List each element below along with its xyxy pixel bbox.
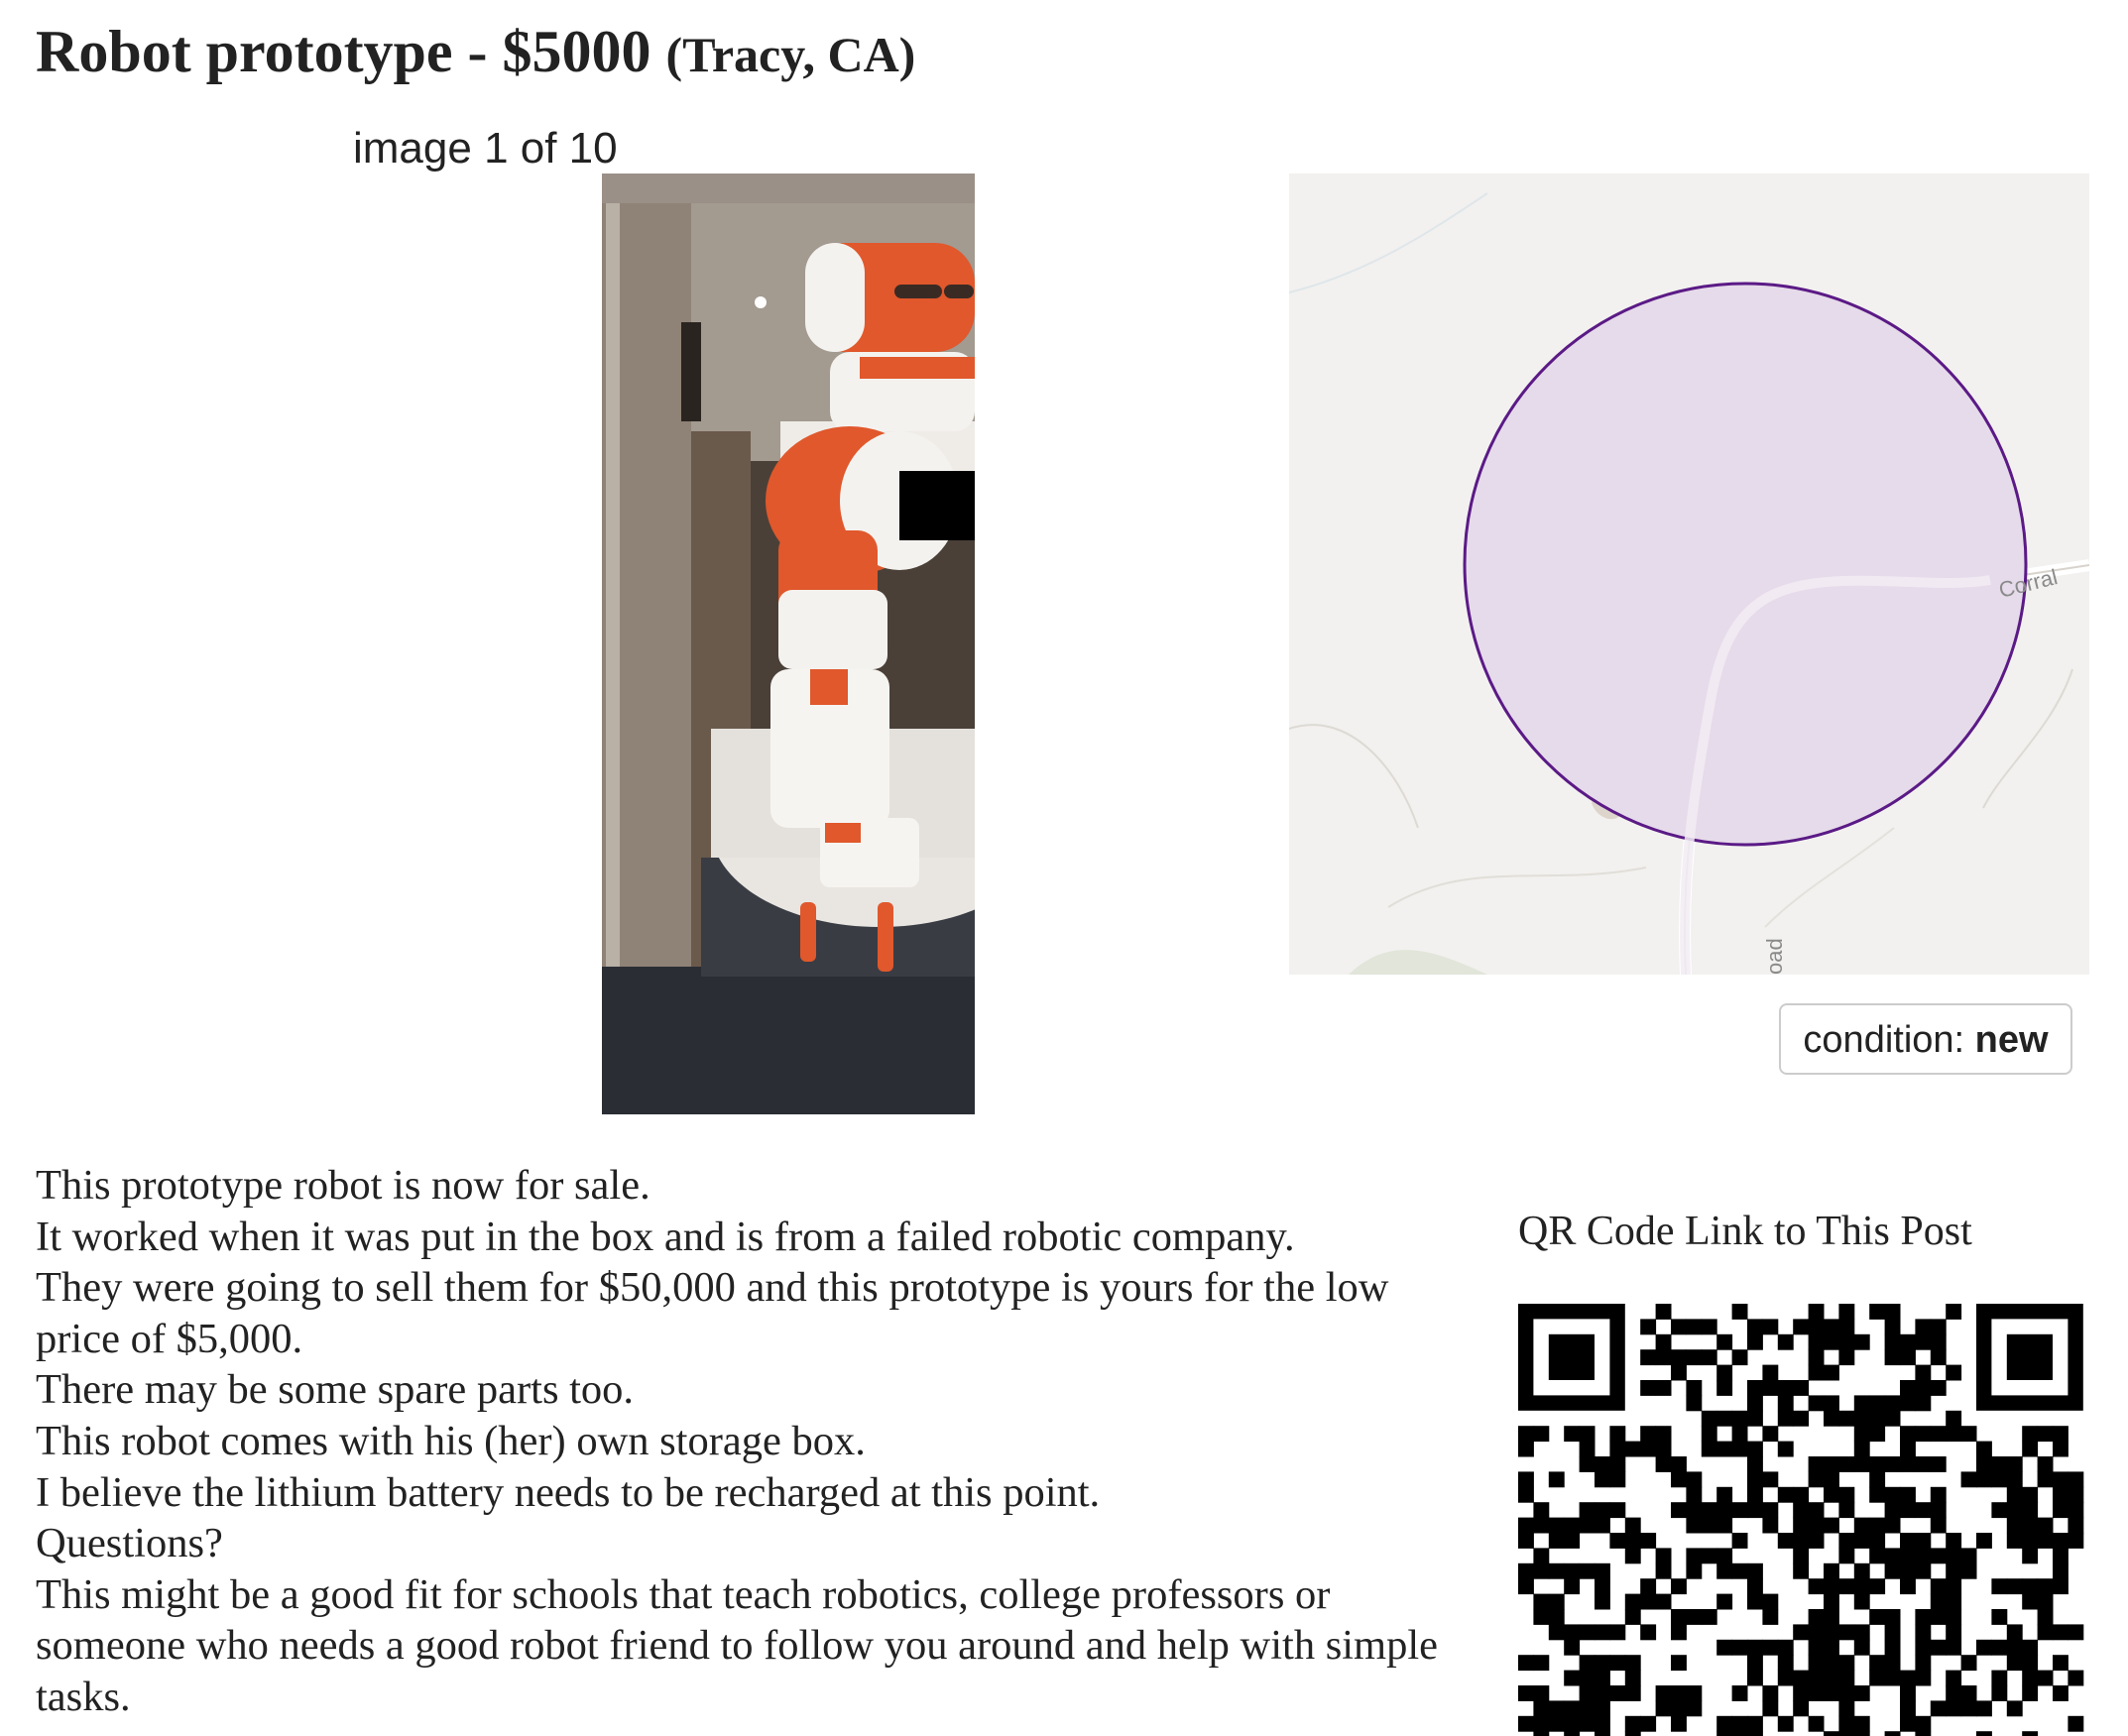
body-line: This robot comes with his (her) own stor… — [36, 1417, 866, 1464]
posting-body: This prototype robot is now for sale. It… — [36, 1160, 1483, 1723]
image-counter: image 1 of 10 — [353, 124, 618, 173]
body-line: Questions? — [36, 1520, 223, 1567]
condition-value: new — [1974, 1019, 2049, 1061]
body-line: I believe the lithium battery needs to b… — [36, 1468, 1101, 1516]
body-line: They were going to sell them for $50,000… — [36, 1264, 1389, 1362]
location-map[interactable]: Corral oad — [1289, 174, 2089, 975]
body-line: There may be some spare parts too. — [36, 1366, 635, 1414]
qr-code-label: QR Code Link to This Post — [1518, 1209, 1972, 1254]
map-road-label-road: oad — [1762, 938, 1787, 975]
qr-code-image — [1518, 1304, 2091, 1736]
body-line: It worked when it was put in the box and… — [36, 1213, 1295, 1260]
body-line: This prototype robot is now for sale. — [36, 1162, 650, 1209]
condition-attribute: condition: new — [1779, 1003, 2072, 1075]
posting-title: Robot prototype - $5000 (Tracy, CA) — [36, 16, 915, 90]
body-line: This might be a good fit for schools tha… — [36, 1570, 1439, 1720]
condition-label: condition: — [1803, 1019, 1965, 1061]
posting-location: (Tracy, CA) — [665, 27, 916, 82]
listing-photo[interactable] — [602, 174, 975, 1114]
posting-title-text: Robot prototype - $5000 — [36, 19, 651, 84]
